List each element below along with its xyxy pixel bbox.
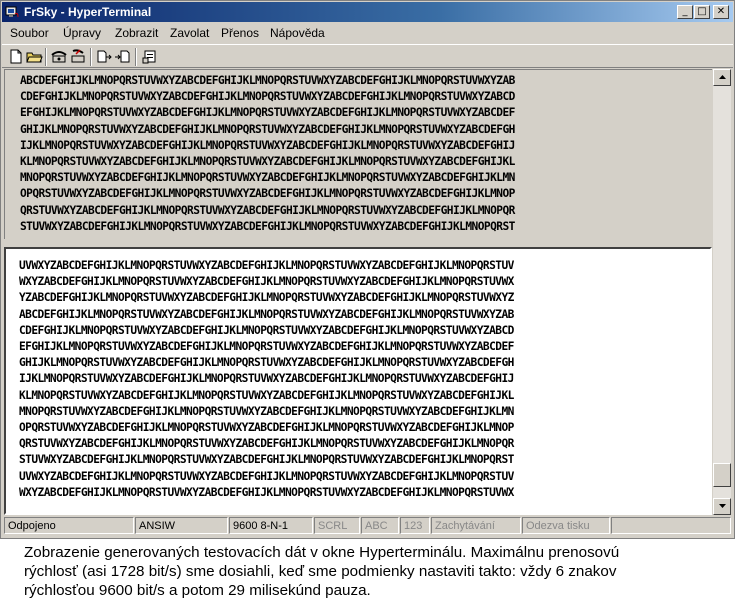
terminal-line: YZABCDEFGHIJKLMNOPQRSTUVWXYZABCDEFGHIJKL… (19, 291, 514, 305)
status-num-lock: 123 (400, 517, 430, 534)
caption-line: rýchlosťou 9600 bit/s a potom 29 milisek… (24, 582, 371, 599)
terminal-line: KLMNOPQRSTUVWXYZABCDEFGHIJKLMNOPQRSTUVWX… (20, 155, 515, 169)
menu-upravy[interactable]: Úpravy (63, 26, 101, 40)
receive-file-icon[interactable] (114, 48, 132, 65)
terminal-scrollbar[interactable] (713, 247, 731, 515)
terminal-line: QRSTUVWXYZABCDEFGHIJKLMNOPQRSTUVWXYZABCD… (19, 437, 514, 451)
terminal-line: EFGHIJKLMNOPQRSTUVWXYZABCDEFGHIJKLMNOPQR… (20, 106, 515, 120)
menu-prenos[interactable]: Přenos (221, 26, 259, 40)
terminal-line: MNOPQRSTUVWXYZABCDEFGHIJKLMNOPQRSTUVWXYZ… (19, 404, 514, 418)
toolbar (2, 44, 733, 68)
status-capture: Zachytávání (431, 517, 521, 534)
status-scroll-lock: SCRL (314, 517, 360, 534)
maximize-button[interactable]: □ (694, 5, 710, 19)
terminal-line: QRSTUVWXYZABCDEFGHIJKLMNOPQRSTUVWXYZABCD… (20, 203, 515, 217)
properties-icon[interactable] (141, 48, 159, 65)
new-file-icon[interactable] (7, 48, 25, 65)
open-folder-icon[interactable] (25, 48, 43, 65)
terminal-line: EFGHIJKLMNOPQRSTUVWXYZABCDEFGHIJKLMNOPQR… (19, 340, 514, 354)
hyperterminal-app-icon (5, 5, 19, 19)
status-port-settings: 9600 8-N-1 (229, 517, 313, 534)
terminal-line: GHIJKLMNOPQRSTUVWXYZABCDEFGHIJKLMNOPQRST… (19, 356, 514, 370)
status-bar: Odpojeno ANSIW 9600 8-N-1 SCRL ABC 123 Z… (2, 516, 733, 537)
scrollback-scrollbar[interactable] (713, 69, 731, 247)
send-file-icon[interactable] (95, 48, 113, 65)
terminal-line: IJKLMNOPQRSTUVWXYZABCDEFGHIJKLMNOPQRSTUV… (20, 138, 515, 152)
terminal-line: OPQRSTUVWXYZABCDEFGHIJKLMNOPQRSTUVWXYZAB… (20, 187, 515, 201)
terminal-screen[interactable]: UVWXYZABCDEFGHIJKLMNOPQRSTUVWXYZABCDEFGH… (4, 247, 712, 515)
terminal-line: OPQRSTUVWXYZABCDEFGHIJKLMNOPQRSTUVWXYZAB… (19, 421, 514, 435)
terminal-line: WXYZABCDEFGHIJKLMNOPQRSTUVWXYZABCDEFGHIJ… (19, 275, 514, 289)
status-print-echo: Odezva tisku (522, 517, 610, 534)
toolbar-separator (135, 48, 137, 66)
arrow-down-icon (718, 504, 726, 508)
menu-zobrazit[interactable]: Zobrazit (115, 26, 158, 40)
terminal-line: CDEFGHIJKLMNOPQRSTUVWXYZABCDEFGHIJKLMNOP… (20, 90, 515, 104)
terminal-line: IJKLMNOPQRSTUVWXYZABCDEFGHIJKLMNOPQRSTUV… (19, 372, 514, 386)
arrow-up-icon (718, 75, 726, 79)
terminal-line: STUVWXYZABCDEFGHIJKLMNOPQRSTUVWXYZABCDEF… (19, 453, 514, 467)
figure-caption: Zobrazenie generovaných testovacích dát … (24, 543, 724, 600)
terminal-line: GHIJKLMNOPQRSTUVWXYZABCDEFGHIJKLMNOPQRST… (20, 122, 515, 136)
scroll-down-button[interactable] (713, 498, 731, 515)
menu-bar: Soubor Úpravy Zobrazit Zavolat Přenos Ná… (2, 23, 733, 43)
terminal-line: STUVWXYZABCDEFGHIJKLMNOPQRSTUVWXYZABCDEF… (20, 219, 515, 233)
terminal-line: ABCDEFGHIJKLMNOPQRSTUVWXYZABCDEFGHIJKLMN… (19, 307, 514, 321)
terminal-line: ABCDEFGHIJKLMNOPQRSTUVWXYZABCDEFGHIJKLMN… (20, 74, 515, 87)
status-caps-lock: ABC (361, 517, 399, 534)
window-title: FrSky - HyperTerminal (24, 5, 152, 19)
status-emulation: ANSIW (135, 517, 228, 534)
terminal-line: KLMNOPQRSTUVWXYZABCDEFGHIJKLMNOPQRSTUVWX… (19, 388, 514, 402)
disconnect-phone-icon[interactable] (69, 48, 87, 65)
terminal-line: MNOPQRSTUVWXYZABCDEFGHIJKLMNOPQRSTUVWXYZ… (20, 171, 515, 185)
toolbar-separator (45, 48, 47, 66)
connect-phone-icon[interactable] (50, 48, 68, 65)
menu-napoveda[interactable]: Nápověda (270, 26, 325, 40)
status-connection: Odpojeno (4, 517, 134, 534)
toolbar-separator (90, 48, 92, 66)
menu-soubor[interactable]: Soubor (10, 26, 49, 40)
status-empty-cell (611, 517, 731, 534)
menu-zavolat[interactable]: Zavolat (170, 26, 209, 40)
terminal-line: UVWXYZABCDEFGHIJKLMNOPQRSTUVWXYZABCDEFGH… (19, 469, 514, 483)
scroll-up-button[interactable] (713, 69, 731, 86)
title-bar[interactable]: FrSky - HyperTerminal _ □ ✕ (2, 2, 733, 22)
hyperterminal-window: FrSky - HyperTerminal _ □ ✕ Soubor Úprav… (0, 0, 735, 539)
caption-line: Zobrazenie generovaných testovacích dát … (24, 544, 620, 561)
terminal-line: WXYZABCDEFGHIJKLMNOPQRSTUVWXYZABCDEFGHIJ… (19, 485, 514, 499)
minimize-button[interactable]: _ (677, 5, 693, 19)
caption-line: rýchlosť (asi 1728 bit/s) sme dosiahli, … (24, 563, 617, 580)
pane-splitter[interactable] (4, 239, 712, 247)
terminal-scrollback-pane[interactable]: ABCDEFGHIJKLMNOPQRSTUVWXYZABCDEFGHIJKLMN… (4, 69, 712, 239)
scrollbar-thumb[interactable] (713, 463, 731, 487)
terminal-line: UVWXYZABCDEFGHIJKLMNOPQRSTUVWXYZABCDEFGH… (19, 259, 514, 272)
close-button[interactable]: ✕ (713, 5, 729, 19)
terminal-line: CDEFGHIJKLMNOPQRSTUVWXYZABCDEFGHIJKLMNOP… (19, 323, 514, 337)
